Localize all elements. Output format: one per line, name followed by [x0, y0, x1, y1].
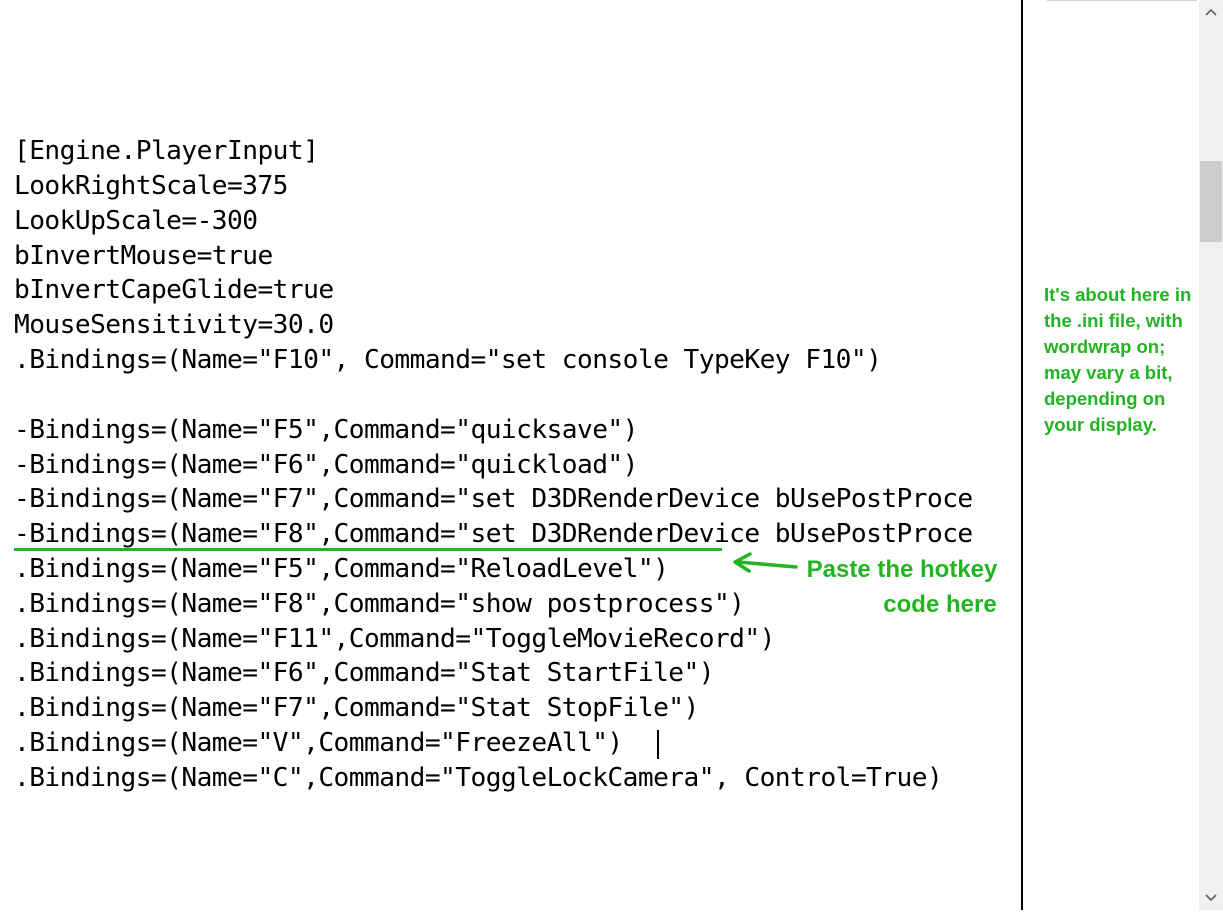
code-line[interactable]: bInvertCapeGlide=true	[14, 273, 334, 308]
code-line[interactable]: LookRightScale=375	[14, 169, 288, 204]
chevron-up-icon[interactable]	[1199, 0, 1223, 24]
text-cursor	[657, 730, 659, 759]
code-line[interactable]: .Bindings=(Name="F10", Command="set cons…	[14, 343, 882, 378]
insertion-marker-line	[14, 548, 722, 551]
annotation-code-here: code here	[883, 591, 997, 618]
text-editor[interactable]: [Engine.PlayerInput] LookRightScale=375 …	[0, 0, 1021, 910]
chevron-down-icon[interactable]	[1199, 886, 1223, 910]
code-line[interactable]: -Bindings=(Name="F7",Command="set D3DRen…	[14, 482, 973, 517]
code-line[interactable]: .Bindings=(Name="F11",Command="ToggleMov…	[14, 622, 775, 657]
code-line[interactable]: -Bindings=(Name="F6",Command="quickload"…	[14, 448, 638, 483]
scrollbar-thumb[interactable]	[1200, 161, 1222, 242]
code-line[interactable]: MouseSensitivity=30.0	[14, 308, 334, 343]
side-margin	[1023, 0, 1199, 910]
code-line[interactable]: [Engine.PlayerInput]	[14, 134, 319, 169]
code-line[interactable]: -Bindings=(Name="F8",Command="set D3DRen…	[14, 517, 973, 552]
vertical-scrollbar[interactable]	[1199, 0, 1223, 910]
code-line[interactable]: bInvertMouse=true	[14, 239, 273, 274]
code-line[interactable]: .Bindings=(Name="F5",Command="ReloadLeve…	[14, 552, 669, 587]
code-line[interactable]: LookUpScale=-300	[14, 204, 258, 239]
annotation-paste-hotkey: Paste the hotkey	[806, 556, 998, 583]
code-line[interactable]: .Bindings=(Name="F8",Command="show postp…	[14, 587, 745, 622]
side-note: It's about here in the .ini file, with w…	[1044, 284, 1192, 435]
top-edge-line	[1047, 0, 1197, 1]
code-line[interactable]: .Bindings=(Name="F7",Command="Stat StopF…	[14, 691, 699, 726]
code-line[interactable]: .Bindings=(Name="C",Command="ToggleLockC…	[14, 761, 943, 796]
code-line[interactable]: .Bindings=(Name="V",Command="FreezeAll")	[14, 726, 623, 761]
code-line[interactable]: -Bindings=(Name="F5",Command="quicksave"…	[14, 413, 638, 448]
code-line[interactable]: .Bindings=(Name="F6",Command="Stat Start…	[14, 656, 715, 691]
